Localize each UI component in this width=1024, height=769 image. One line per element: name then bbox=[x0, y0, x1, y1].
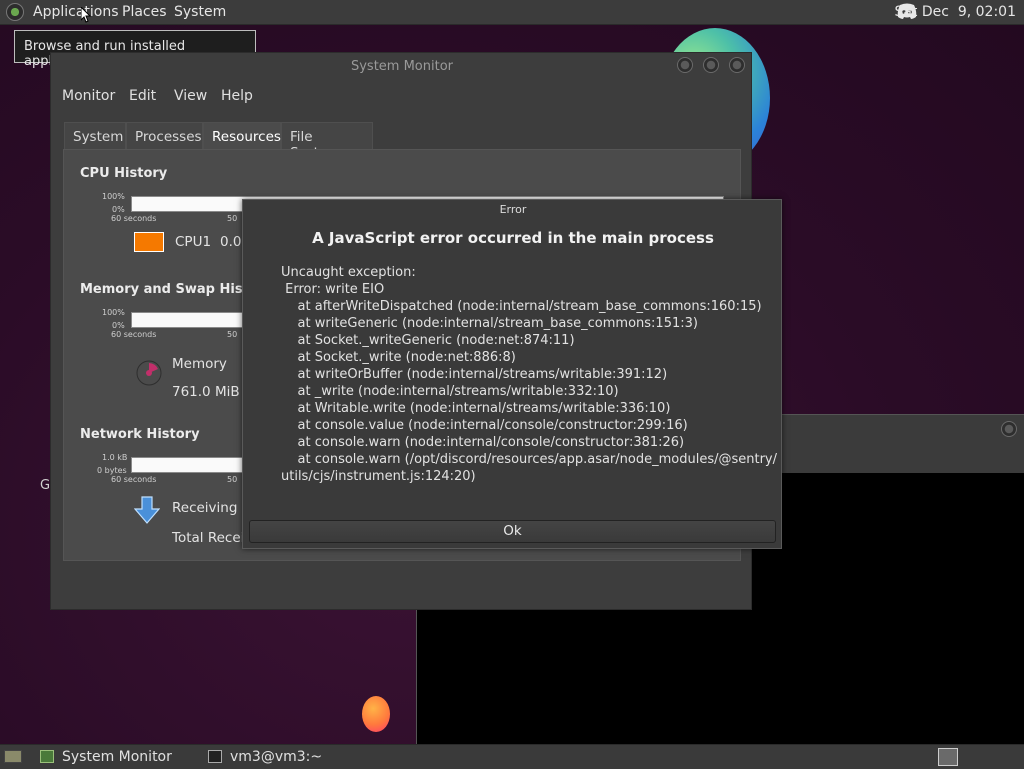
show-desktop-icon[interactable] bbox=[4, 750, 22, 763]
error-line: at writeGeneric (node:internal/stream_ba… bbox=[281, 316, 698, 331]
receiving-label: Receiving bbox=[172, 500, 238, 516]
system-menu[interactable]: System bbox=[174, 4, 226, 20]
places-menu[interactable]: Places bbox=[122, 4, 167, 20]
download-arrow-icon bbox=[134, 496, 160, 524]
cpu1-value: 0.0 bbox=[220, 234, 242, 250]
memory-tick-bottom: 0% bbox=[112, 321, 125, 330]
memory-x-mid: 50 bbox=[227, 330, 238, 339]
bottom-panel: System Monitor vm3@vm3:~ bbox=[0, 744, 1024, 769]
system-monitor-icon bbox=[40, 750, 54, 763]
memory-x-start: 60 seconds bbox=[111, 330, 157, 339]
cpu-tick-bottom: 0% bbox=[112, 205, 125, 214]
terminal-icon bbox=[208, 750, 222, 763]
clock[interactable]: Sat Dec 9, 02:01 bbox=[894, 4, 1016, 20]
tab-system[interactable]: System bbox=[64, 122, 126, 150]
memory-label: Memory bbox=[172, 356, 227, 372]
tab-processes[interactable]: Processes bbox=[126, 122, 203, 150]
tab-file-systems[interactable]: File Systems bbox=[281, 122, 373, 161]
dialog-title: Error bbox=[499, 203, 527, 216]
error-line: at console.warn (node:internal/console/c… bbox=[281, 435, 685, 450]
error-line: Error: write EIO bbox=[281, 282, 385, 297]
error-line: at Socket._writeGeneric (node:net:874:11… bbox=[281, 333, 575, 348]
terminal-close-icon[interactable] bbox=[1001, 421, 1017, 437]
taskbar-item-label: System Monitor bbox=[62, 749, 172, 765]
memory-pie-icon[interactable] bbox=[136, 360, 162, 386]
menu-help[interactable]: Help bbox=[221, 88, 253, 104]
error-line: utils/cjs/instrument.js:124:20) bbox=[281, 469, 476, 484]
network-history-title: Network History bbox=[80, 427, 200, 442]
error-line: at Writable.write (node:internal/streams… bbox=[281, 401, 671, 416]
desktop-text-fragment: G bbox=[40, 478, 51, 493]
error-heading: A JavaScript error occurred in the main … bbox=[312, 229, 714, 247]
error-line: at console.warn (/opt/discord/resources/… bbox=[281, 452, 777, 467]
tab-resources[interactable]: Resources bbox=[203, 122, 281, 152]
error-dialog[interactable]: Error A JavaScript error occurred in the… bbox=[242, 199, 782, 549]
error-line: at _write (node:internal/streams/writabl… bbox=[281, 384, 619, 399]
taskbar-item-system-monitor[interactable]: System Monitor bbox=[36, 745, 200, 769]
window-title: System Monitor bbox=[350, 59, 454, 74]
close-icon[interactable] bbox=[729, 57, 745, 73]
memory-tick-top: 100% bbox=[102, 308, 125, 317]
cpu-tick-top: 100% bbox=[102, 192, 125, 201]
cpu1-label: CPU1 bbox=[175, 234, 212, 250]
error-line: at console.value (node:internal/console/… bbox=[281, 418, 688, 433]
menu-edit[interactable]: Edit bbox=[129, 88, 156, 104]
mouse-cursor-icon bbox=[81, 7, 91, 23]
error-line: at writeOrBuffer (node:internal/streams/… bbox=[281, 367, 668, 382]
cpu1-color-swatch[interactable] bbox=[134, 232, 164, 252]
workspace-switcher-icon[interactable] bbox=[938, 748, 958, 766]
menu-view[interactable]: View bbox=[174, 88, 207, 104]
cpu-x-start: 60 seconds bbox=[111, 214, 157, 223]
error-line: at afterWriteDispatched (node:internal/s… bbox=[281, 299, 762, 314]
cpu-history-title: CPU History bbox=[80, 166, 168, 181]
minimize-icon[interactable] bbox=[677, 57, 693, 73]
taskbar-item-label: vm3@vm3:~ bbox=[230, 749, 323, 765]
network-x-start: 60 seconds bbox=[111, 475, 157, 484]
network-tick-top: 1.0 kB bbox=[102, 453, 128, 462]
taskbar-item-terminal[interactable]: vm3@vm3:~ bbox=[204, 745, 368, 769]
cpu-x-mid: 50 bbox=[227, 214, 238, 223]
desktop-wallpaper-orb-small bbox=[362, 696, 390, 732]
error-line: at Socket._write (node:net:886:8) bbox=[281, 350, 516, 365]
ok-button[interactable]: Ok bbox=[249, 520, 776, 543]
network-tick-bottom: 0 bytes bbox=[97, 466, 127, 475]
applications-menu[interactable]: Applications bbox=[33, 4, 119, 20]
error-line: Uncaught exception: bbox=[281, 265, 416, 280]
network-x-mid: 50 bbox=[227, 475, 238, 484]
top-panel: Applications Places System Sat Dec 9, 02… bbox=[0, 0, 1024, 25]
error-message: Uncaught exception: Error: write EIO at … bbox=[281, 264, 777, 485]
total-received-label: Total Receiv bbox=[172, 530, 253, 546]
menu-monitor[interactable]: Monitor bbox=[62, 88, 115, 104]
maximize-icon[interactable] bbox=[703, 57, 719, 73]
menubar: Monitor Edit View Help bbox=[51, 83, 751, 107]
mate-logo-icon[interactable] bbox=[6, 3, 24, 21]
